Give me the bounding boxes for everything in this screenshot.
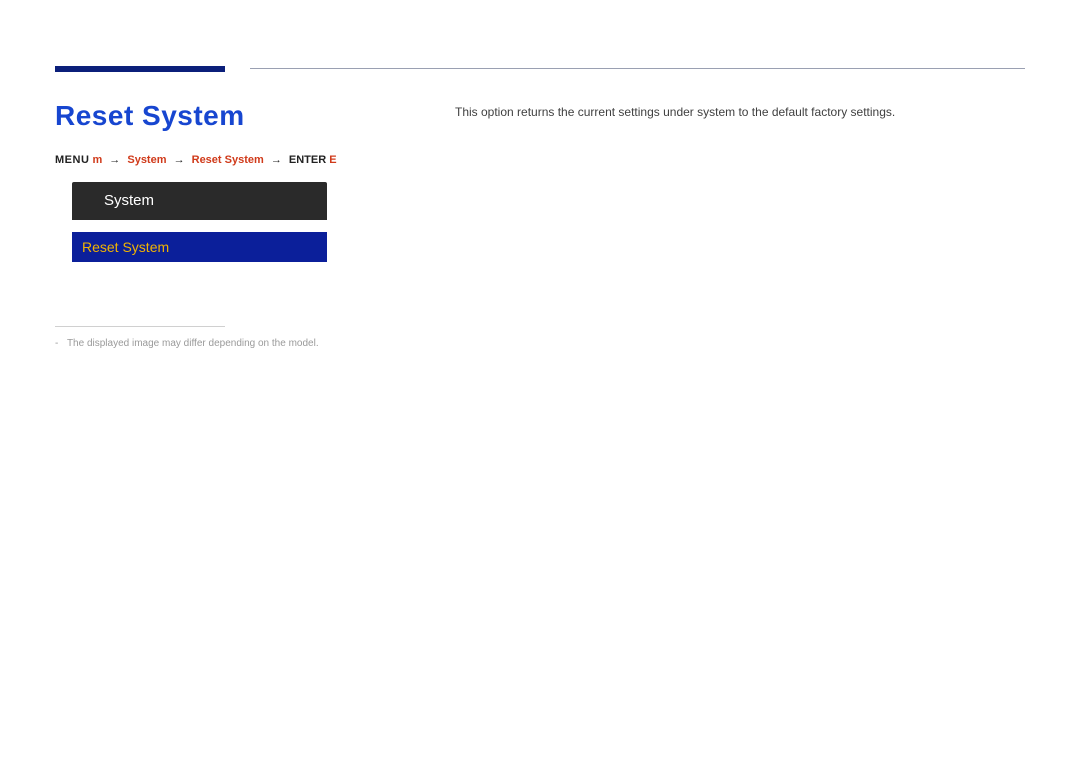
menu-glyph-icon: m	[92, 154, 102, 166]
arrow-right-icon: →	[174, 154, 185, 166]
left-divider	[55, 326, 225, 327]
top-rule	[250, 68, 1025, 69]
enter-glyph-icon: E	[329, 154, 336, 166]
arrow-right-icon: →	[271, 154, 282, 166]
osd-item-reset-system[interactable]: Reset System	[72, 232, 327, 262]
menu-label: MENU	[55, 154, 89, 166]
footnote: - The displayed image may differ dependi…	[55, 338, 319, 349]
enter-label: ENTER	[289, 154, 326, 166]
osd-preview: System Reset System	[72, 182, 327, 262]
breadcrumb-item-system: System	[127, 154, 166, 166]
footnote-text: The displayed image may differ depending…	[67, 338, 319, 349]
accent-bar	[55, 66, 225, 72]
page-title: Reset System	[55, 100, 245, 132]
description-text: This option returns the current settings…	[455, 104, 1015, 121]
breadcrumb-item-reset-system: Reset System	[192, 154, 264, 166]
arrow-right-icon: →	[109, 154, 120, 166]
footnote-dash: -	[55, 338, 58, 349]
osd-header: System	[72, 182, 327, 220]
breadcrumb: MENU m → System → Reset System → ENTER E	[55, 154, 337, 166]
osd-gap	[72, 220, 327, 232]
